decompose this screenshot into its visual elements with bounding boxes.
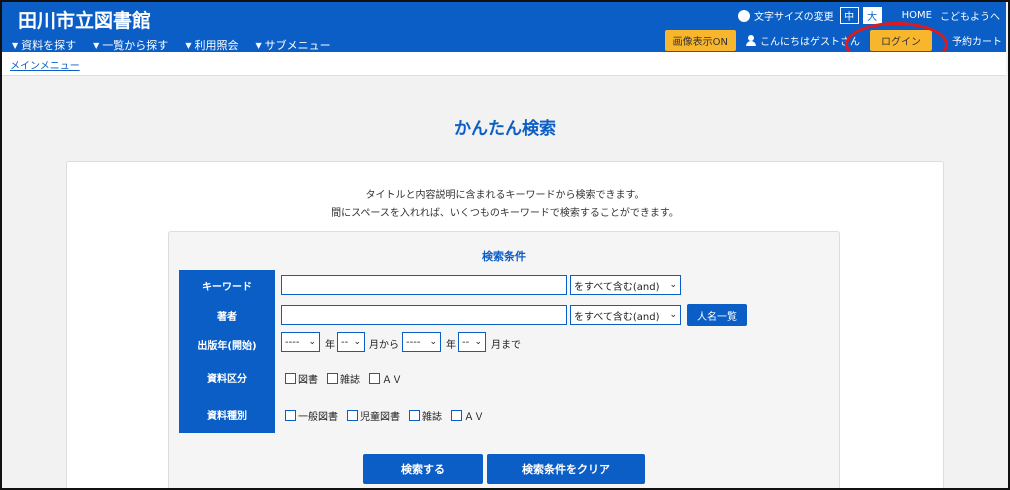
page-title: かんたん検索 [454,119,556,139]
image-display-toggle[interactable]: 画像表示ON [664,30,736,51]
author-match-select[interactable]: をすべて含む(and) ⌄ [570,305,681,325]
category-magazines-checkbox[interactable]: 雑誌 [327,371,360,386]
nav-usage-inquiry[interactable]: ▼ 利用照会 [185,37,238,53]
chevron-down-icon: ⌄ [353,337,361,347]
year-from-select[interactable]: ---- ⌄ [281,332,320,352]
chevron-down-icon: ⌄ [669,280,677,290]
search-criteria-panel: 検索条件 キーワード をすべて含む(and) ⌄ 著者 をすべて含む(and) ⌄ … [168,231,840,490]
material-type-options: 一般図書 児童図書 雑誌 ＡＶ [285,408,493,423]
month-from-select[interactable]: -- ⌄ [337,332,365,352]
keyword-label: キーワード [179,270,275,300]
nav-browse-lists[interactable]: ▼ 一覧から探す [93,37,168,53]
caret-down-icon: ▼ [255,40,262,50]
type-general-books-checkbox[interactable]: 一般図書 [285,408,338,423]
year-to-select[interactable]: ---- ⌄ [402,332,441,352]
material-category-label: 資料区分 [179,359,275,396]
type-magazines-checkbox[interactable]: 雑誌 [409,408,442,423]
month-from-unit: 月から [369,340,399,351]
year-unit-from: 年 [325,340,335,351]
search-card: タイトルと内容説明に含まれるキーワードから検索できます。 間にスペースを入れれば… [66,161,944,490]
caret-down-icon: ▼ [93,40,100,50]
login-button[interactable]: ログイン [870,30,932,51]
caret-down-icon: ▼ [12,40,19,50]
font-size-icon [737,9,750,22]
month-to-select[interactable]: -- ⌄ [458,332,486,352]
material-category-options: 図書 雑誌 ＡＶ [285,371,411,386]
year-unit-to: 年 [446,340,456,351]
name-list-button[interactable]: 人名一覧 [687,304,747,326]
clear-criteria-button[interactable]: 検索条件をクリア [487,454,645,484]
type-childrens-books-checkbox[interactable]: 児童図書 [347,408,400,423]
nav-sub-menu[interactable]: ▼ サブメニュー [255,37,330,53]
home-link[interactable]: HOME [902,10,932,21]
keyword-match-select[interactable]: をすべて含む(and) ⌄ [570,275,681,295]
reservation-cart-link[interactable]: 予約カート [952,33,1002,48]
header-account: 画像表示ON こんにちはゲストさん ログイン 予約カート [664,30,1002,51]
search-button[interactable]: 検索する [363,454,483,484]
nav-search-materials[interactable]: ▼ 資料を探す [12,37,76,53]
author-input[interactable] [281,305,567,325]
search-description: タイトルと内容説明に含まれるキーワードから検索できます。 間にスペースを入れれば… [331,190,679,219]
material-type-label: 資料種別 [179,396,275,433]
font-size-large-button[interactable]: 大 [862,7,882,24]
keyword-input[interactable] [281,275,567,295]
author-label: 著者 [179,300,275,330]
category-books-checkbox[interactable]: 図書 [285,371,318,386]
category-av-checkbox[interactable]: ＡＶ [369,371,402,386]
caret-down-icon: ▼ [185,40,192,50]
chevron-down-icon: ⌄ [474,337,482,347]
header: 田川市立図書館 ▼ 資料を探す ▼ 一覧から探す ▼ 利用照会 ▼ サブメニュー 文字サ… [2,2,1006,52]
chevron-down-icon: ⌄ [308,337,316,347]
publication-year-label: 出版年(開始) [179,329,275,359]
site-title[interactable]: 田川市立図書館 [18,6,151,33]
kids-link[interactable]: こどもようへ [940,8,1000,23]
font-size-control: 文字サイズの変更 [737,8,834,23]
guest-greeting: こんにちはゲストさん [746,33,860,48]
font-size-medium-button[interactable]: 中 [839,7,859,24]
type-av-checkbox[interactable]: ＡＶ [451,408,484,423]
criteria-title: 検索条件 [482,250,526,263]
breadcrumb-bar: メインメニュー [2,52,1006,76]
header-utility: 文字サイズの変更 中 大 HOME こどもようへ [730,7,1000,24]
month-to-unit: 月まで [491,340,521,351]
chevron-down-icon: ⌄ [669,310,677,320]
chevron-down-icon: ⌄ [429,337,437,347]
breadcrumb-main-menu[interactable]: メインメニュー [10,57,80,72]
main-nav: ▼ 資料を探す ▼ 一覧から探す ▼ 利用照会 ▼ サブメニュー [12,37,348,53]
user-icon [746,35,756,46]
